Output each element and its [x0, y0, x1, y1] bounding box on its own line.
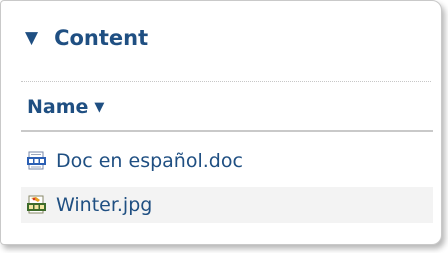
- jpg-file-icon: [27, 195, 46, 214]
- header-underline: [21, 130, 433, 132]
- triangle-down-icon[interactable]: ▼: [25, 23, 38, 53]
- section-divider: [21, 81, 431, 82]
- section-title: Content: [54, 26, 149, 50]
- doc-file-icon: [27, 151, 46, 170]
- table-row[interactable]: Winter.jpg: [21, 187, 433, 223]
- table-row[interactable]: Doc en español.doc: [21, 143, 433, 179]
- file-link[interactable]: Doc en español.doc: [56, 147, 243, 175]
- name-column-label: Name: [27, 96, 89, 118]
- sort-descending-icon[interactable]: ▼: [94, 94, 104, 122]
- content-panel: ▼ Content Name ▼ Doc en español.doc Wint…: [0, 0, 442, 245]
- section-header[interactable]: ▼ Content: [25, 23, 148, 53]
- name-column-header[interactable]: Name ▼: [27, 93, 104, 121]
- file-link[interactable]: Winter.jpg: [56, 191, 152, 219]
